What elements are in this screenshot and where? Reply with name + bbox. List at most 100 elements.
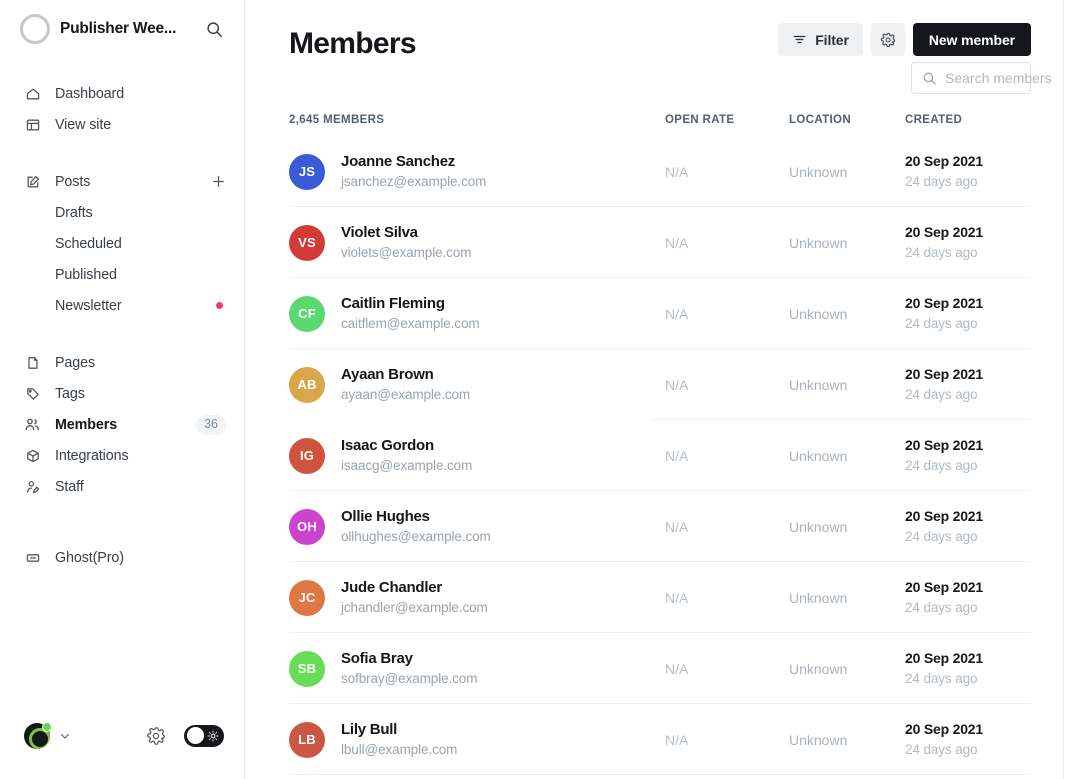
online-status-dot	[42, 722, 52, 732]
avatar: VS	[289, 225, 325, 261]
open-rate-value: N/A	[665, 519, 789, 535]
members-table: 2,645 MEMBERS OPEN RATE LOCATION CREATED…	[245, 104, 1067, 775]
avatar: IG	[289, 438, 325, 474]
member-email: sofbray@example.com	[341, 669, 477, 689]
created-relative: 24 days ago	[905, 527, 1031, 547]
table-row[interactable]: JSJoanne Sanchezjsanchez@example.comN/AU…	[289, 136, 1067, 207]
filter-button-label: Filter	[815, 32, 849, 48]
chevron-down-icon[interactable]	[58, 729, 72, 743]
member-identity-cell: IGIsaac Gordonisaacg@example.com	[289, 435, 665, 477]
theme-toggle[interactable]	[184, 725, 224, 747]
nav-spacer	[0, 528, 244, 542]
created-cell: 20 Sep 202124 days ago	[905, 293, 1031, 334]
table-row[interactable]: SBSofia Braysofbray@example.comN/AUnknow…	[289, 633, 1067, 704]
member-email: isaacg@example.com	[341, 456, 472, 476]
sidebar-item-tags[interactable]: Tags	[0, 378, 244, 409]
header-actions: Filter New member	[778, 23, 1031, 56]
sidebar-item-scheduled[interactable]: Scheduled	[0, 228, 244, 259]
member-name: Caitlin Fleming	[341, 293, 480, 315]
search-icon[interactable]	[202, 17, 226, 41]
sidebar-item-label: Published	[55, 267, 226, 283]
sidebar-header: Publisher Wee...	[0, 0, 244, 58]
created-date: 20 Sep 2021	[905, 435, 1031, 455]
content-right-border	[1063, 0, 1064, 779]
table-row[interactable]: CFCaitlin Flemingcaitflem@example.comN/A…	[289, 278, 1067, 349]
filter-icon	[792, 32, 807, 47]
sidebar-item-label: Pages	[55, 355, 226, 371]
member-text: Violet Silvaviolets@example.com	[341, 222, 471, 264]
table-row[interactable]: LBLily Bulllbull@example.comN/AUnknown20…	[289, 704, 1067, 775]
avatar: JS	[289, 154, 325, 190]
sidebar-item-label: Drafts	[55, 205, 226, 221]
sidebar-item-label: Staff	[55, 479, 226, 495]
table-row[interactable]: VSViolet Silvaviolets@example.comN/AUnkn…	[289, 207, 1067, 278]
member-text: Jude Chandlerjchandler@example.com	[341, 577, 488, 619]
sidebar-item-members[interactable]: Members 36	[0, 409, 244, 440]
sidebar-item-dashboard[interactable]: Dashboard	[0, 78, 244, 109]
main-content: Members Filter	[245, 0, 1067, 779]
edit-post-icon	[24, 173, 41, 190]
member-name: Jude Chandler	[341, 577, 488, 599]
filter-button[interactable]: Filter	[778, 23, 863, 56]
home-icon	[24, 85, 41, 102]
sun-icon	[207, 730, 219, 742]
sidebar-item-newsletter[interactable]: Newsletter	[0, 290, 244, 321]
tag-icon	[24, 385, 41, 402]
avatar: CF	[289, 296, 325, 332]
member-email: caitflem@example.com	[341, 314, 480, 334]
table-settings-button[interactable]	[871, 23, 905, 56]
created-date: 20 Sep 2021	[905, 506, 1031, 526]
avatar: JC	[289, 580, 325, 616]
member-email: lbull@example.com	[341, 740, 457, 760]
created-relative: 24 days ago	[905, 669, 1031, 689]
search-icon	[922, 71, 937, 86]
location-value: Unknown	[789, 732, 905, 748]
member-text: Sofia Braysofbray@example.com	[341, 648, 477, 690]
nav-spacer	[0, 321, 244, 347]
sidebar-item-integrations[interactable]: Integrations	[0, 440, 244, 471]
created-relative: 24 days ago	[905, 598, 1031, 618]
sidebar-item-posts[interactable]: Posts	[0, 166, 244, 197]
open-rate-value: N/A	[665, 732, 789, 748]
location-value: Unknown	[789, 448, 905, 464]
member-text: Lily Bulllbull@example.com	[341, 719, 457, 761]
sidebar-item-label: Tags	[55, 386, 226, 402]
layout-icon	[24, 116, 41, 133]
created-cell: 20 Sep 202124 days ago	[905, 435, 1031, 476]
gear-icon[interactable]	[146, 726, 166, 746]
created-date: 20 Sep 2021	[905, 577, 1031, 597]
created-cell: 20 Sep 202124 days ago	[905, 506, 1031, 547]
avatar[interactable]	[24, 723, 50, 749]
staff-icon	[24, 478, 41, 495]
created-date: 20 Sep 2021	[905, 151, 1031, 171]
member-identity-cell: OHOllie Hughesollhughes@example.com	[289, 506, 665, 548]
avatar: OH	[289, 509, 325, 545]
plus-icon[interactable]	[210, 174, 226, 190]
member-text: Caitlin Flemingcaitflem@example.com	[341, 293, 480, 335]
table-row[interactable]: JCJude Chandlerjchandler@example.comN/AU…	[289, 562, 1067, 633]
column-header-created: CREATED	[905, 114, 1031, 126]
location-value: Unknown	[789, 164, 905, 180]
table-row[interactable]: IGIsaac Gordonisaacg@example.comN/AUnkno…	[289, 420, 1067, 491]
sidebar-item-label: Integrations	[55, 448, 226, 464]
sidebar-item-ghost-pro[interactable]: Ghost(Pro)	[0, 542, 244, 573]
table-row[interactable]: OHOllie Hughesollhughes@example.comN/AUn…	[289, 491, 1067, 562]
sidebar-item-label: View site	[55, 117, 226, 133]
location-value: Unknown	[789, 235, 905, 251]
site-title: Publisher Wee...	[60, 20, 192, 38]
sidebar-item-drafts[interactable]: Drafts	[0, 197, 244, 228]
sidebar-item-label: Scheduled	[55, 236, 226, 252]
sidebar-item-pages[interactable]: Pages	[0, 347, 244, 378]
created-cell: 20 Sep 202124 days ago	[905, 719, 1031, 760]
new-member-button[interactable]: New member	[913, 23, 1031, 56]
member-name: Sofia Bray	[341, 648, 477, 670]
sidebar-item-published[interactable]: Published	[0, 259, 244, 290]
sidebar-item-staff[interactable]: Staff	[0, 471, 244, 502]
table-row[interactable]: ABAyaan Brownayaan@example.comN/AUnknown…	[289, 349, 1067, 420]
member-email: ollhughes@example.com	[341, 527, 491, 547]
search-box[interactable]	[911, 62, 1031, 94]
open-rate-value: N/A	[665, 377, 789, 393]
search-input[interactable]	[945, 70, 1060, 86]
member-identity-cell: VS Violet Silvaviolets@example.com	[289, 222, 665, 264]
sidebar-item-view-site[interactable]: View site	[0, 109, 244, 140]
